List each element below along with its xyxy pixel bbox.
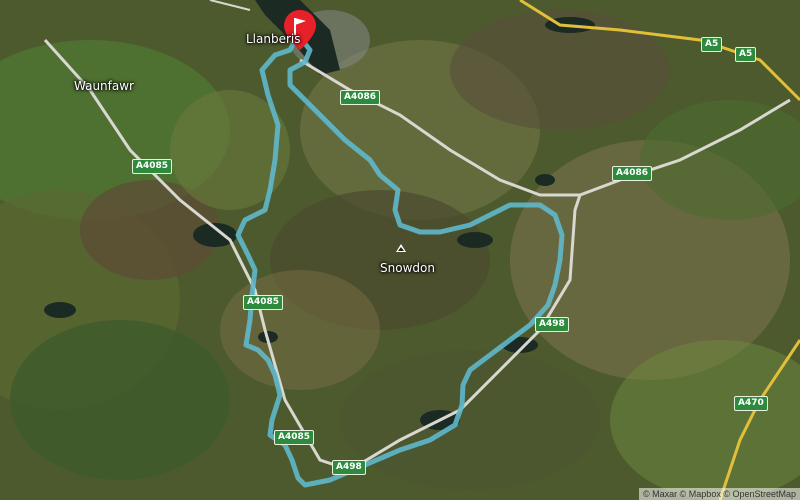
place-waunfawr: Waunfawr [74, 79, 134, 93]
road-shield-a4085: A4085 [274, 430, 315, 445]
road-shield-a4085: A4085 [243, 295, 284, 310]
place-snowdon: Snowdon [380, 261, 435, 275]
map-attribution[interactable]: © Maxar © Mapbox © OpenStreetMap [639, 488, 800, 500]
road-shield-a4085: A4085 [132, 159, 173, 174]
road-shield-a5: A5 [735, 47, 757, 62]
road-shield-a470: A470 [734, 396, 768, 411]
road-shield-a4086: A4086 [340, 90, 381, 105]
road-shield-a4086: A4086 [612, 166, 653, 181]
road-shield-a498: A498 [535, 317, 569, 332]
place-llanberis: Llanberis [246, 32, 301, 46]
road-shield-a5: A5 [701, 37, 723, 52]
map-canvas[interactable]: Llanberis Waunfawr Snowdon A5 A5 A4086 A… [0, 0, 800, 500]
peak-icon [396, 244, 406, 252]
road-shield-a498: A498 [332, 460, 366, 475]
